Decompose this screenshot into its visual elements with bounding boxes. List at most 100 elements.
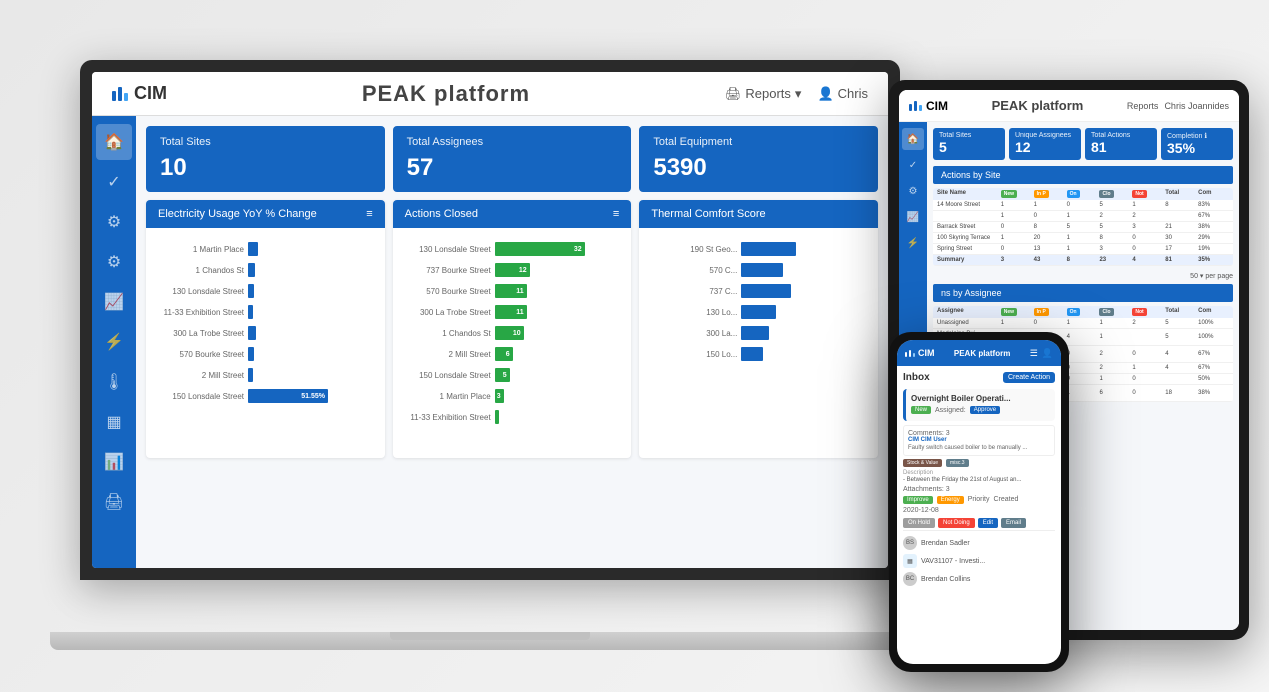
tablet-sidebar-item-analytics[interactable]: 📈	[902, 206, 924, 228]
type-badge: misc.3	[946, 459, 968, 467]
tablet-site-table: Site Name New In P On Clo Not Total Com …	[933, 188, 1233, 266]
cell: 5	[1099, 224, 1130, 230]
scene: CIM PEAK platform 🖨 Reports ▾ 👤 Chris	[0, 0, 1269, 692]
stats-row: Total Sites 10 Total Assignees 57 Total …	[146, 126, 878, 192]
bar-row: 150 Lonsdale Street 5	[401, 366, 624, 384]
t-logo-bar2	[914, 101, 917, 111]
sidebar-item-dashboard[interactable]: 🏠	[96, 124, 132, 160]
bar-label: 11-33 Exhibition Street	[154, 308, 244, 317]
cell: 3	[1132, 224, 1163, 230]
bar-value: 6	[506, 351, 510, 358]
sidebar-item-print[interactable]: 🖨	[96, 484, 132, 520]
phone-user-item: BC Brendan Collins	[903, 570, 1055, 588]
bar-row: 2 Mill Street	[154, 366, 377, 384]
sidebar-item-settings1[interactable]: ⚙	[96, 204, 132, 240]
cell: 0	[1067, 202, 1098, 208]
cell: 21	[1165, 224, 1196, 230]
phone: CIM PEAK platform ☰ 👤 Inbox Create Actio…	[889, 332, 1069, 672]
cell: 29%	[1198, 235, 1229, 241]
bar-fill: 11	[495, 284, 527, 298]
col-closed: Clo	[1099, 308, 1130, 316]
cell: 8	[1034, 224, 1065, 230]
priority-label: Priority	[968, 496, 990, 504]
created-date: 2020-12-08	[903, 507, 1055, 514]
not-doing-button[interactable]: Not Doing	[938, 518, 975, 528]
tablet-logo: CIM	[909, 99, 948, 113]
phone-comment-text: Faulty switch caused boiler to be manual…	[908, 445, 1050, 451]
main-content: Total Sites 10 Total Assignees 57 Total …	[136, 116, 888, 568]
on-hold-button[interactable]: On Hold	[903, 518, 935, 528]
cell: 1	[1067, 235, 1098, 241]
sidebar-item-temperature[interactable]: 🌡	[96, 364, 132, 400]
sidebar-item-settings2[interactable]: ⚙	[96, 244, 132, 280]
tablet-user-label[interactable]: Chris Joannides	[1164, 101, 1229, 111]
table-row: 100 Skyring Terrace 1 20 1 8 0 30 29%	[933, 233, 1233, 244]
cell: 2	[1099, 351, 1130, 357]
chart-actions-header: Actions Closed ≡	[393, 200, 632, 228]
edit-button[interactable]: Edit	[978, 518, 998, 528]
approve-button[interactable]: Approve	[970, 406, 1000, 414]
avatar-3: BC	[903, 572, 917, 586]
tablet-sidebar-item-dashboard[interactable]: 🏠	[902, 128, 924, 150]
cell: 67%	[1198, 213, 1229, 219]
laptop-screen-border: CIM PEAK platform 🖨 Reports ▾ 👤 Chris	[80, 60, 900, 580]
chart-electricity: Electricity Usage YoY % Change ≡ 1 Marti…	[146, 200, 385, 458]
chart-electricity-title: Electricity Usage YoY % Change	[158, 208, 317, 220]
app-header: CIM PEAK platform 🖨 Reports ▾ 👤 Chris	[92, 72, 888, 116]
sidebar-item-grid[interactable]: ▦	[96, 404, 132, 440]
stat-assignees-value: 57	[407, 154, 618, 182]
chart-electricity-menu-icon: ≡	[366, 208, 372, 220]
phone-item-card: Overnight Boiler Operati... New Assigned…	[903, 389, 1055, 421]
cell: 20	[1034, 235, 1065, 241]
cell: 1	[1001, 202, 1032, 208]
bar-fill: 3	[495, 389, 504, 403]
tablet-stat-completion-label: Completion ℹ	[1167, 132, 1227, 140]
logo-bar-3	[124, 93, 128, 101]
sidebar-item-electricity[interactable]: ⚡	[96, 324, 132, 360]
phone-comment-user: CIM CIM User	[908, 437, 1050, 443]
bar-fill	[248, 284, 254, 298]
phone-menu-icon[interactable]: ☰	[1030, 348, 1038, 359]
chart-thermal-header: Thermal Comfort Score	[639, 200, 878, 228]
tablet-sidebar-item-electricity[interactable]: ⚡	[902, 232, 924, 254]
user-button[interactable]: 👤 Chris	[817, 86, 868, 102]
logo-bar-1	[112, 91, 116, 101]
bar-row: 300 La...	[647, 324, 870, 342]
cell: 1	[1132, 202, 1163, 208]
logo-text: CIM	[134, 83, 167, 104]
cell: 13	[1034, 246, 1065, 252]
tablet-sidebar-item-tasks[interactable]: ✓	[902, 154, 924, 176]
reports-button[interactable]: 🖨 Reports ▾	[725, 86, 802, 102]
tablet-assignee-table-header: Assignee New In P On Clo Not Total Com	[933, 306, 1233, 318]
tablet-reports-label[interactable]: Reports	[1127, 101, 1159, 111]
create-action-button[interactable]: Create Action	[1003, 372, 1055, 383]
tablet-stat-actions-label: Total Actions	[1091, 132, 1151, 139]
sidebar-item-tasks[interactable]: ✓	[96, 164, 132, 200]
phone-logo-text: CIM	[918, 348, 935, 358]
bar-row: 11-33 Exhibition Street	[154, 303, 377, 321]
cell: 1	[1067, 213, 1098, 219]
cell: 14 Moore Street	[937, 202, 999, 208]
cell: 2	[1132, 213, 1163, 219]
bar-fill: 12	[495, 263, 530, 277]
cell: 6	[1099, 390, 1130, 396]
cell: 0	[1132, 351, 1163, 357]
sidebar-item-reports[interactable]: 📊	[96, 444, 132, 480]
phone-user-icon[interactable]: 👤	[1042, 348, 1053, 359]
bar-fill: 11	[495, 305, 527, 319]
cell: 1	[1001, 213, 1032, 219]
phone-inbox-title: Inbox	[903, 372, 930, 383]
tablet-sidebar-item-settings[interactable]: ⚙	[902, 180, 924, 202]
cell: 38%	[1198, 224, 1229, 230]
bar-label: 11-33 Exhibition Street	[401, 413, 491, 422]
stat-assignees-label: Total Assignees	[407, 136, 618, 148]
bar-fill	[248, 368, 253, 382]
col-on: On	[1067, 308, 1098, 316]
email-button[interactable]: Email	[1001, 518, 1026, 528]
cell: 17	[1165, 246, 1196, 252]
bar-label: 150 Lonsdale Street	[154, 392, 244, 401]
avatar-2: ▦	[903, 554, 917, 568]
sidebar-item-analytics[interactable]: 📈	[96, 284, 132, 320]
bar-label: 570 C...	[647, 266, 737, 275]
bar-label: 2 Mill Street	[401, 350, 491, 359]
